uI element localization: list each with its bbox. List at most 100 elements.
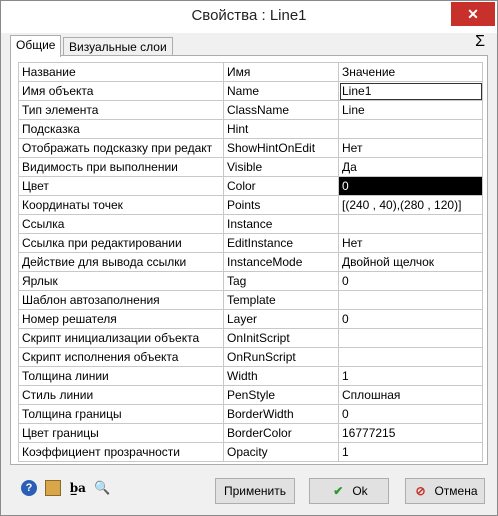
- property-row[interactable]: Ссылка при редактировании EditInstance Нет: [18, 233, 483, 253]
- property-value[interactable]: 0: [338, 404, 483, 424]
- footer-toolbar: ? b̲a 🔍: [21, 480, 115, 498]
- column-header-name[interactable]: Имя: [223, 62, 339, 82]
- property-row[interactable]: Видимость при выполнении Visible Да: [18, 157, 483, 177]
- property-label: Ссылка при редактировании: [18, 233, 224, 253]
- property-value[interactable]: Да: [338, 157, 483, 177]
- property-row[interactable]: Цвет Color 0: [18, 176, 483, 196]
- font-icon[interactable]: b̲a: [70, 480, 86, 496]
- property-name: Color: [223, 176, 339, 196]
- property-row[interactable]: Толщина границы BorderWidth 0: [18, 404, 483, 424]
- apply-button-label: Применить: [223, 484, 286, 498]
- window-title: Свойства : Line1: [191, 7, 307, 24]
- property-name: Width: [223, 366, 339, 386]
- properties-grid: Название Имя Значение Имя объекта Name Lin…: [18, 62, 483, 462]
- property-name: BorderWidth: [223, 404, 339, 424]
- property-value[interactable]: 0: [338, 176, 483, 196]
- property-row[interactable]: Коэффициент прозрачности Opacity 1: [18, 442, 483, 462]
- property-name: BorderColor: [223, 423, 339, 443]
- property-value[interactable]: 0: [338, 309, 483, 329]
- property-value[interactable]: Сплошная: [338, 385, 483, 405]
- cancel-icon: ⊘: [415, 484, 426, 498]
- property-name: PenStyle: [223, 385, 339, 405]
- apply-button[interactable]: Применить: [215, 478, 295, 504]
- close-button[interactable]: ✕: [451, 2, 495, 26]
- property-label: Координаты точек: [18, 195, 224, 215]
- property-label: Ярлык: [18, 271, 224, 291]
- property-row[interactable]: Стиль линии PenStyle Сплошная: [18, 385, 483, 405]
- property-value[interactable]: Line1: [338, 81, 483, 101]
- property-label: Цвет границы: [18, 423, 224, 443]
- cancel-button[interactable]: ⊘ Отмена: [405, 478, 485, 504]
- property-name: EditInstance: [223, 233, 339, 253]
- property-name: Template: [223, 290, 339, 310]
- column-header-title[interactable]: Название: [18, 62, 224, 82]
- property-label: Толщина линии: [18, 366, 224, 386]
- property-row[interactable]: Отображать подсказку при редакт ShowHintO…: [18, 138, 483, 158]
- property-name: Opacity: [223, 442, 339, 462]
- title-bar[interactable]: Свойства : Line1 ✕: [1, 1, 497, 33]
- property-row[interactable]: Номер решателя Layer 0: [18, 309, 483, 329]
- property-label: Подсказка: [18, 119, 224, 139]
- property-row[interactable]: Скрипт инициализации объекта OnInitScript: [18, 328, 483, 348]
- property-row[interactable]: Имя объекта Name Line1: [18, 81, 483, 101]
- property-label: Коэффициент прозрачности: [18, 442, 224, 462]
- column-header-value[interactable]: Значение: [338, 62, 483, 82]
- property-row[interactable]: Действие для вывода ссылки InstanceMode Дв…: [18, 252, 483, 272]
- property-name: Layer: [223, 309, 339, 329]
- property-value[interactable]: 16777215: [338, 423, 483, 443]
- property-label: Номер решателя: [18, 309, 224, 329]
- property-value[interactable]: [338, 119, 483, 139]
- property-row[interactable]: Цвет границы BorderColor 16777215: [18, 423, 483, 443]
- property-row[interactable]: Координаты точек Points [(240 , 40),(280 ,…: [18, 195, 483, 215]
- property-value[interactable]: [338, 347, 483, 367]
- property-name: Name: [223, 81, 339, 101]
- property-label: Шаблон автозаполнения: [18, 290, 224, 310]
- property-row[interactable]: Тип элемента ClassName Line: [18, 100, 483, 120]
- property-label: Отображать подсказку при редакт: [18, 138, 224, 158]
- cancel-button-label: Отмена: [434, 484, 478, 498]
- tab-general[interactable]: Общие: [10, 35, 62, 57]
- property-value[interactable]: Нет: [338, 138, 483, 158]
- property-row[interactable]: Шаблон автозаполнения Template: [18, 290, 483, 310]
- property-value[interactable]: 0: [338, 271, 483, 291]
- property-row[interactable]: Толщина линии Width 1: [18, 366, 483, 386]
- help-icon[interactable]: ?: [21, 480, 37, 496]
- property-value[interactable]: [338, 328, 483, 348]
- tab-bar: Общие Визуальные слои: [10, 35, 490, 57]
- property-label: Ссылка: [18, 214, 224, 234]
- property-label: Тип элемента: [18, 100, 224, 120]
- ok-button-label: Ok: [352, 484, 368, 498]
- property-value[interactable]: Двойной щелчок: [338, 252, 483, 272]
- close-icon: ✕: [467, 6, 479, 22]
- property-label: Видимость при выполнении: [18, 157, 224, 177]
- ok-button[interactable]: ✔ Ok: [309, 478, 389, 504]
- property-label: Стиль линии: [18, 385, 224, 405]
- property-value[interactable]: [338, 214, 483, 234]
- tab-visual-layers[interactable]: Визуальные слои: [63, 37, 173, 56]
- property-row[interactable]: Ссылка Instance: [18, 214, 483, 234]
- property-value[interactable]: 1: [338, 442, 483, 462]
- property-name: Points: [223, 195, 339, 215]
- property-label: Скрипт исполнения объекта: [18, 347, 224, 367]
- property-value[interactable]: Line: [338, 100, 483, 120]
- property-name: InstanceMode: [223, 252, 339, 272]
- sigma-icon[interactable]: Σ: [475, 33, 485, 51]
- property-name: OnInitScript: [223, 328, 339, 348]
- property-label: Цвет: [18, 176, 224, 196]
- property-name: Hint: [223, 119, 339, 139]
- properties-dialog: Свойства : Line1 ✕ Общие Визуальные слои…: [0, 0, 498, 516]
- properties-icon[interactable]: [45, 480, 62, 496]
- property-label: Толщина границы: [18, 404, 224, 424]
- properties-panel: Название Имя Значение Имя объекта Name Lin…: [10, 55, 488, 465]
- property-value[interactable]: [(240 , 40),(280 , 120)]: [338, 195, 483, 215]
- search-icon[interactable]: 🔍: [94, 480, 110, 496]
- property-row[interactable]: Ярлык Tag 0: [18, 271, 483, 291]
- property-row[interactable]: Подсказка Hint: [18, 119, 483, 139]
- property-label: Действие для вывода ссылки: [18, 252, 224, 272]
- property-value[interactable]: [338, 290, 483, 310]
- property-value[interactable]: 1: [338, 366, 483, 386]
- property-name: OnRunScript: [223, 347, 339, 367]
- property-row[interactable]: Скрипт исполнения объекта OnRunScript: [18, 347, 483, 367]
- property-name: Tag: [223, 271, 339, 291]
- property-value[interactable]: Нет: [338, 233, 483, 253]
